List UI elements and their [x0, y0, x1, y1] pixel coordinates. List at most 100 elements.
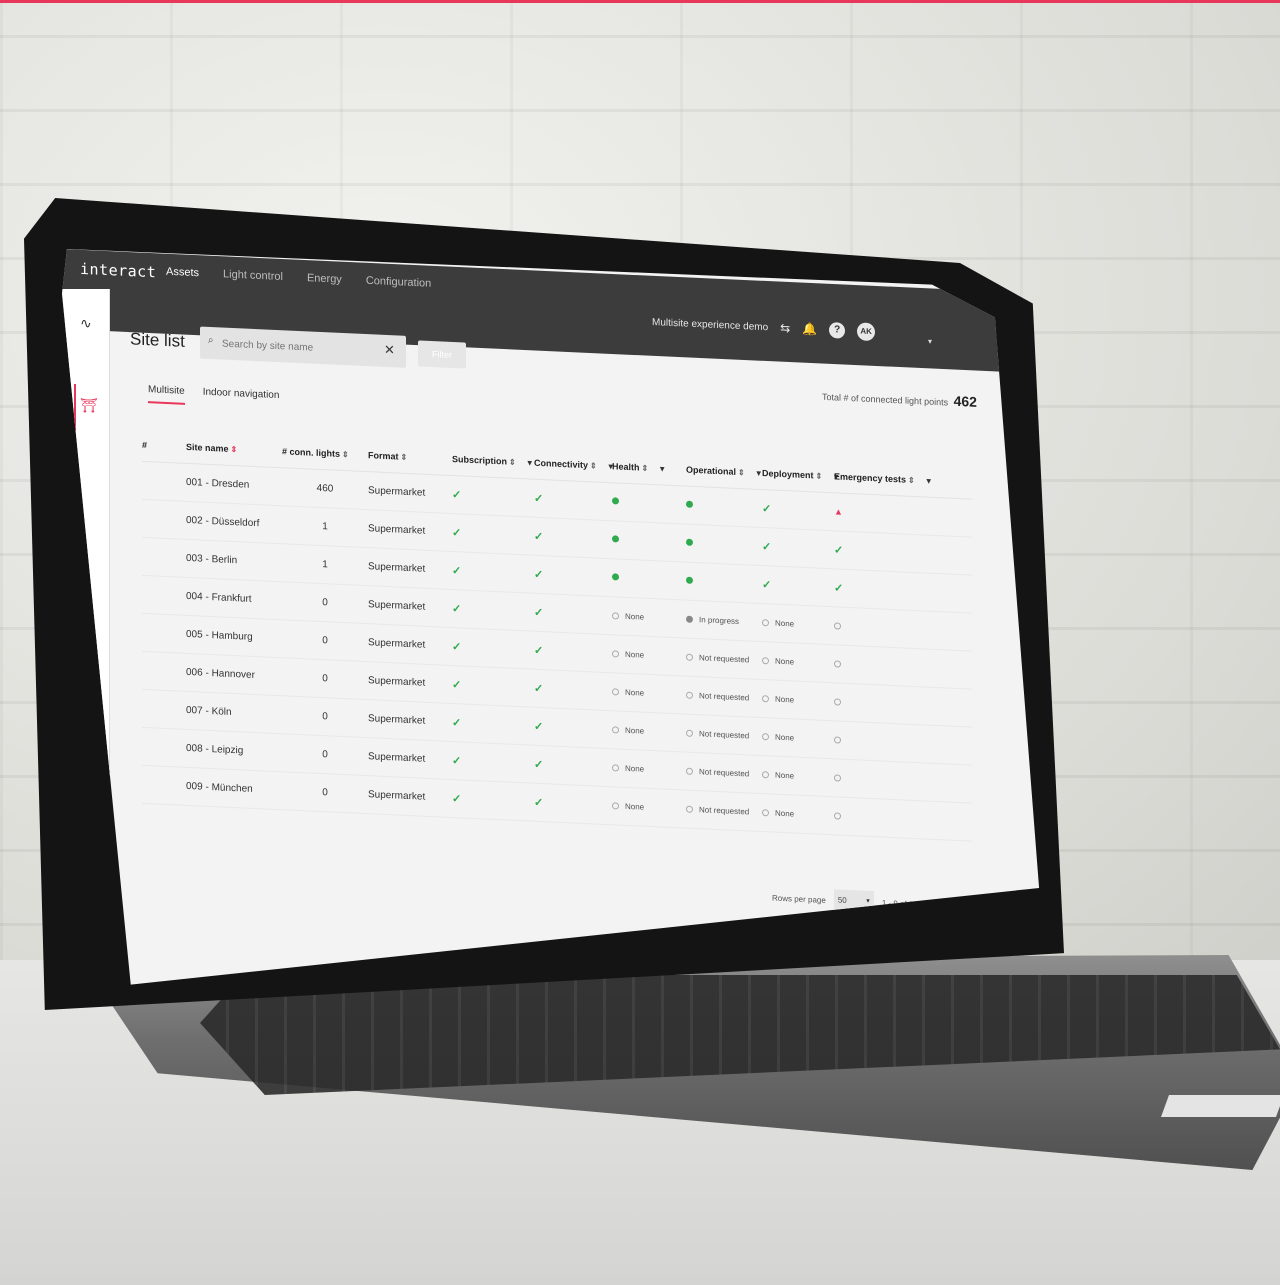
status-ok-dot [686, 538, 693, 546]
check-icon: ✓ [762, 503, 772, 516]
row-index [142, 518, 186, 520]
warning-icon: ▲ [834, 506, 843, 517]
check-icon: ✓ [534, 492, 544, 506]
brand-logo: interact [80, 259, 157, 282]
site-name-cell: 003 - Berlin [186, 552, 238, 567]
site-name-cell: 005 - Hamburg [186, 628, 253, 643]
page-title: Site list [130, 329, 185, 351]
site-table: # Site name ⇕ # conn. lights ⇕ Format ⇕ Sub… [142, 427, 972, 842]
status-text: Not requested [699, 729, 750, 741]
health-cell [612, 534, 686, 548]
main-nav: Assets Light control Energy Configuratio… [166, 266, 431, 290]
emergency-tests-cell [834, 810, 924, 825]
col-format[interactable]: Format ⇕ [368, 450, 452, 464]
emergency-tests-cell: ✓ [834, 543, 924, 560]
check-icon: ✓ [762, 541, 772, 554]
workspace-name[interactable]: Multisite experience demo [652, 317, 768, 333]
status-ok-dot [612, 535, 619, 543]
clear-search-icon[interactable]: ✕ [384, 342, 395, 358]
status-text: None [625, 611, 645, 622]
col-deployment[interactable]: Deployment ⇕ ▼ [762, 468, 840, 482]
check-icon: ✓ [452, 564, 462, 578]
operational-cell: Not requested [686, 652, 762, 666]
col-conn-lights[interactable]: # conn. lights ⇕ [282, 446, 368, 460]
row-index [142, 480, 186, 482]
emergency-tests-cell [834, 658, 924, 673]
subscription-cell: ✓ [452, 526, 534, 543]
tab-multisite[interactable]: Multisite [148, 384, 185, 405]
deployment-cell: ✓ [762, 540, 834, 556]
nav-energy[interactable]: Energy [307, 272, 342, 286]
tabs: Multisite Indoor navigation [148, 384, 279, 409]
subscription-cell: ✓ [452, 564, 534, 581]
status-empty-icon [834, 812, 841, 820]
connectivity-cell: ✓ [534, 568, 612, 585]
health-cell: None [612, 800, 686, 814]
operational-cell: Not requested [686, 690, 762, 704]
switch-site-icon[interactable]: ⇆ [780, 321, 790, 335]
deployment-cell: None [762, 769, 834, 783]
laptop-screen: interact Assets Light control Energy Con… [62, 249, 1040, 985]
connectivity-cell: ✓ [534, 492, 612, 509]
row-index [142, 670, 186, 672]
connectivity-cell: ✓ [534, 796, 612, 813]
col-site-name[interactable]: Site name ⇕ [186, 441, 282, 455]
status-icon [612, 802, 619, 810]
check-icon: ✓ [452, 526, 462, 540]
conn-lights-cell: 0 [322, 673, 328, 685]
conn-lights-cell: 0 [322, 597, 328, 609]
emergency-tests-cell: ▲ [834, 506, 924, 521]
main-content: Site list ⌕ ✕ Filter Total # of connecte… [122, 309, 1022, 985]
site-name-cell: 006 - Hannover [186, 666, 255, 682]
store-icon[interactable]: ⛩ [80, 397, 98, 414]
col-operational[interactable]: Operational ⇕ ▼ [686, 464, 763, 477]
health-cell: None [612, 610, 686, 624]
subscription-cell: ✓ [452, 640, 534, 657]
connectivity-cell: ✓ [534, 758, 612, 775]
emergency-tests-cell: ✓ [834, 581, 924, 598]
format-cell: Supermarket [368, 485, 426, 499]
col-health[interactable]: Health ⇕ ▼ [612, 461, 686, 474]
sort-icon: ⇕ [908, 475, 915, 485]
activity-icon[interactable]: ∿ [80, 315, 92, 332]
format-cell: Supermarket [368, 789, 426, 803]
emergency-tests-cell [834, 772, 924, 787]
filter-button[interactable]: Filter [418, 340, 466, 369]
col-connectivity[interactable]: Connectivity ⇕ ▼ [534, 457, 615, 471]
nav-assets[interactable]: Assets [166, 266, 199, 279]
bell-icon[interactable]: 🔔 [802, 322, 817, 337]
check-icon: ✓ [834, 582, 844, 595]
connectivity-cell: ✓ [534, 720, 612, 737]
status-icon [686, 767, 693, 775]
status-icon [762, 808, 769, 817]
check-icon: ✓ [534, 758, 544, 772]
nav-configuration[interactable]: Configuration [366, 275, 431, 290]
status-empty-icon [834, 660, 841, 668]
status-text: None [625, 763, 645, 774]
conn-lights-cell: 0 [322, 787, 328, 799]
check-icon: ✓ [534, 682, 544, 696]
col-subscription[interactable]: Subscription ⇕ ▼ [452, 453, 534, 467]
status-icon [686, 805, 693, 813]
search-input[interactable] [222, 333, 372, 361]
format-cell: Supermarket [368, 599, 426, 613]
connectivity-cell: ✓ [534, 606, 612, 623]
check-icon: ✓ [452, 754, 462, 768]
deployment-cell: None [762, 655, 834, 669]
total-connected-lights: Total # of connected light points 462 [822, 387, 977, 410]
connectivity-cell: ✓ [534, 644, 612, 661]
conn-lights-cell: 0 [322, 711, 328, 723]
status-text: Not requested [699, 767, 750, 779]
user-avatar[interactable]: AK [857, 322, 876, 342]
nav-light-control[interactable]: Light control [223, 268, 283, 283]
col-emergency-tests[interactable]: Emergency tests ⇕ ▼ [834, 471, 933, 485]
sort-icon: ⇕ [230, 444, 238, 454]
tab-indoor-navigation[interactable]: Indoor navigation [203, 387, 280, 409]
rows-per-page-label: Rows per page [772, 893, 826, 905]
help-icon[interactable]: ? [829, 322, 846, 339]
subscription-cell: ✓ [452, 716, 534, 733]
check-icon: ✓ [534, 530, 544, 544]
sort-icon: ⇕ [738, 467, 745, 477]
row-index [142, 784, 186, 786]
status-icon [612, 726, 619, 734]
